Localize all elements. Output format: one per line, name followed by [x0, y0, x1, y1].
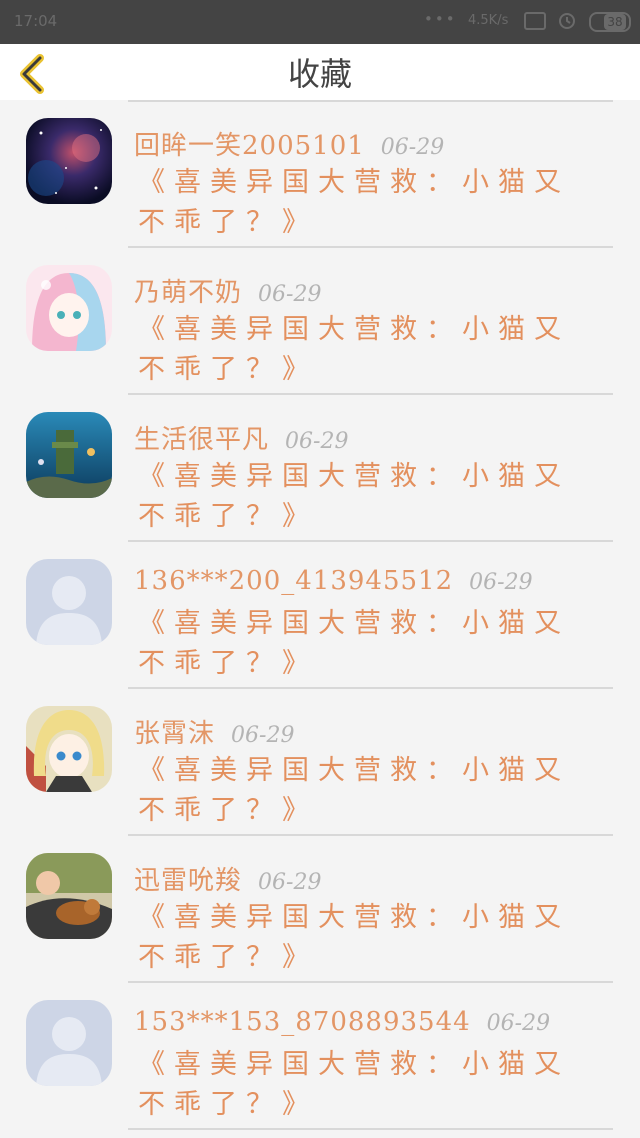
nav-bar: 收藏 — [0, 44, 640, 100]
username: 乃萌不奶 — [134, 278, 243, 308]
item-date: 06-29 — [231, 723, 295, 748]
divider — [128, 1128, 613, 1130]
item-meta: 生活很平凡 06-29 — [134, 419, 348, 456]
item-title[interactable]: 《喜美异国大营救：小猫又不乖了？》 — [138, 898, 598, 978]
item-title[interactable]: 《喜美异国大营救：小猫又不乖了？》 — [138, 457, 598, 537]
avatar[interactable] — [26, 853, 112, 939]
avatar[interactable] — [26, 118, 112, 204]
item-date: 06-29 — [258, 282, 322, 307]
item-date: 06-29 — [486, 1011, 551, 1036]
item-date: 06-29 — [258, 870, 322, 895]
alarm-icon — [557, 10, 577, 30]
avatar[interactable] — [26, 559, 112, 645]
username: 136***200_413945512 — [134, 566, 454, 596]
avatar[interactable] — [26, 706, 112, 792]
username: 153***153_8708893544 — [134, 1007, 471, 1037]
back-button[interactable] — [14, 52, 54, 96]
avatar[interactable] — [26, 265, 112, 351]
list-item[interactable]: 张霄沫 06-29 《喜美异国大营救：小猫又不乖了？》 — [0, 689, 640, 836]
battery-level: 38 — [604, 14, 626, 30]
list-item[interactable]: 回眸一笑2005101 06-29 《喜美异国大营救：小猫又不乖了？》 — [0, 101, 640, 248]
avatar[interactable] — [26, 1000, 112, 1086]
item-meta: 153***153_8708893544 06-29 — [134, 1007, 550, 1037]
item-title[interactable]: 《喜美异国大营救：小猫又不乖了？》 — [138, 1045, 598, 1125]
username: 迅雷吮羧 — [134, 866, 243, 896]
battery-icon: 38 — [589, 12, 631, 32]
network-speed: 4.5K/s — [468, 13, 509, 28]
item-date: 06-29 — [380, 135, 445, 160]
favorites-list: 回眸一笑2005101 06-29 《喜美异国大营救：小猫又不乖了？》 乃萌不奶 0… — [0, 100, 640, 1138]
item-title[interactable]: 《喜美异国大营救：小猫又不乖了？》 — [138, 751, 598, 831]
sim-icon — [524, 12, 546, 30]
item-meta: 迅雷吮羧 06-29 — [134, 860, 321, 897]
item-meta: 136***200_413945512 06-29 — [134, 566, 533, 596]
list-item[interactable]: 乃萌不奶 06-29 《喜美异国大营救：小猫又不乖了？》 — [0, 248, 640, 395]
item-date: 06-29 — [469, 570, 533, 595]
username: 回眸一笑2005101 — [134, 131, 365, 161]
item-meta: 张霄沫 06-29 — [134, 713, 294, 750]
username: 生活很平凡 — [134, 425, 270, 455]
chevron-left-icon — [20, 54, 44, 94]
status-dots: ••• — [424, 10, 457, 28]
avatar[interactable] — [26, 412, 112, 498]
item-meta: 乃萌不奶 06-29 — [134, 272, 321, 309]
item-title[interactable]: 《喜美异国大营救：小猫又不乖了？》 — [138, 163, 598, 243]
item-meta: 回眸一笑2005101 06-29 — [134, 125, 444, 162]
item-date: 06-29 — [285, 429, 349, 454]
item-title[interactable]: 《喜美异国大营救：小猫又不乖了？》 — [138, 604, 598, 684]
status-bar: 17:04 ••• 4.5K/s 38 — [0, 0, 640, 44]
page-title: 收藏 — [287, 55, 352, 93]
item-title[interactable]: 《喜美异国大营救：小猫又不乖了？》 — [138, 310, 598, 390]
list-item[interactable]: 153***153_8708893544 06-29 《喜美异国大营救：小猫又不乖… — [0, 983, 640, 1130]
list-item[interactable]: 迅雷吮羧 06-29 《喜美异国大营救：小猫又不乖了？》 — [0, 836, 640, 983]
username: 张霄沫 — [134, 719, 216, 749]
list-item[interactable]: 生活很平凡 06-29 《喜美异国大营救：小猫又不乖了？》 — [0, 395, 640, 542]
status-time: 17:04 — [14, 12, 58, 30]
list-item[interactable]: 136***200_413945512 06-29 《喜美异国大营救：小猫又不乖了… — [0, 542, 640, 689]
